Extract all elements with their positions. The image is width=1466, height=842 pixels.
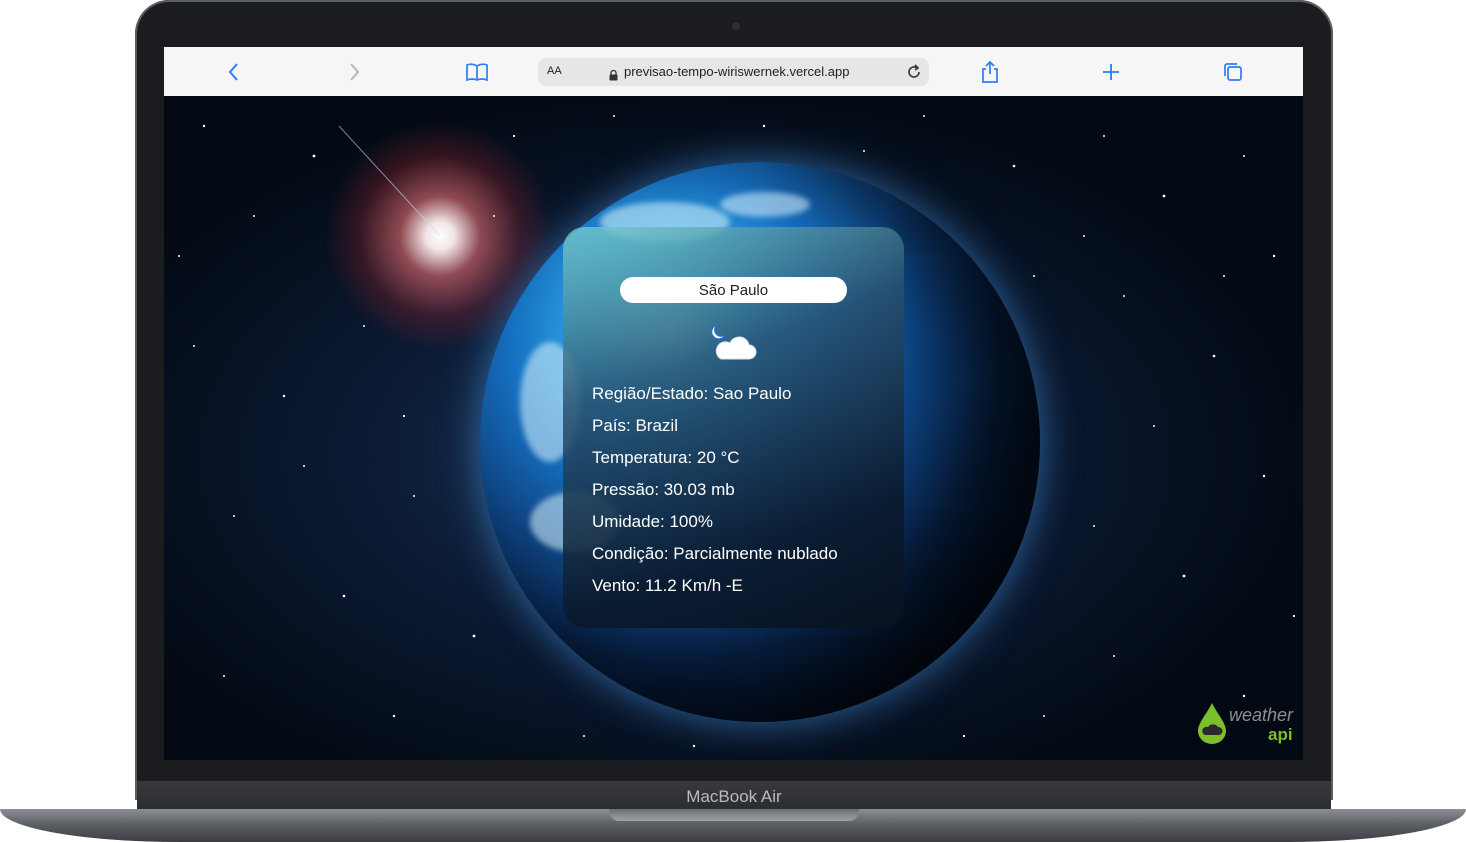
- reload-icon[interactable]: [905, 63, 923, 85]
- detail-country: País: Brazil: [592, 416, 678, 435]
- page-background: São Paulo Região/Estado: Sao Paulo País:…: [164, 96, 1303, 760]
- detail-wind: Vento: 11.2 Km/h -E: [592, 576, 743, 595]
- detail-temperature: Temperatura: 20 °C: [592, 448, 740, 467]
- weather-details: Região/Estado: Sao Paulo País: Brazil Te…: [592, 384, 838, 608]
- logo-text-api: api: [1268, 725, 1293, 744]
- logo-text-weather: weather: [1229, 705, 1294, 725]
- detail-condition: Condição: Parcialmente nublado: [592, 544, 838, 563]
- share-icon[interactable]: [975, 57, 1005, 87]
- detail-region: Região/Estado: Sao Paulo: [592, 384, 792, 403]
- camera: [732, 22, 740, 30]
- detail-humidity: Umidade: 100%: [592, 512, 713, 531]
- new-tab-icon[interactable]: [1096, 57, 1126, 87]
- detail-pressure: Pressão: 30.03 mb: [592, 480, 735, 499]
- reader-aa-button[interactable]: AA: [547, 65, 562, 77]
- weather-card: São Paulo Região/Estado: Sao Paulo País:…: [563, 227, 904, 628]
- city-search-input[interactable]: São Paulo: [620, 277, 847, 303]
- lock-icon: [609, 66, 618, 85]
- forward-icon[interactable]: [339, 57, 369, 87]
- url-text: previsao-tempo-wiriswernek.vercel.app: [624, 64, 850, 79]
- browser-toolbar: AA previsao-tempo-wiriswernek.vercel.app: [164, 47, 1303, 97]
- raindrop-logo-icon: [1198, 703, 1226, 744]
- screen: AA previsao-tempo-wiriswernek.vercel.app: [164, 47, 1303, 760]
- address-bar[interactable]: AA previsao-tempo-wiriswernek.vercel.app: [538, 58, 929, 86]
- laptop-notch: [609, 809, 859, 821]
- weatherapi-logo[interactable]: weather api: [1196, 701, 1296, 751]
- device-label: MacBook Air: [686, 787, 782, 806]
- back-icon[interactable]: [219, 57, 249, 87]
- partly-cloudy-night-icon: [709, 323, 757, 363]
- tabs-overview-icon[interactable]: [1218, 57, 1248, 87]
- bookmarks-icon[interactable]: [462, 57, 492, 87]
